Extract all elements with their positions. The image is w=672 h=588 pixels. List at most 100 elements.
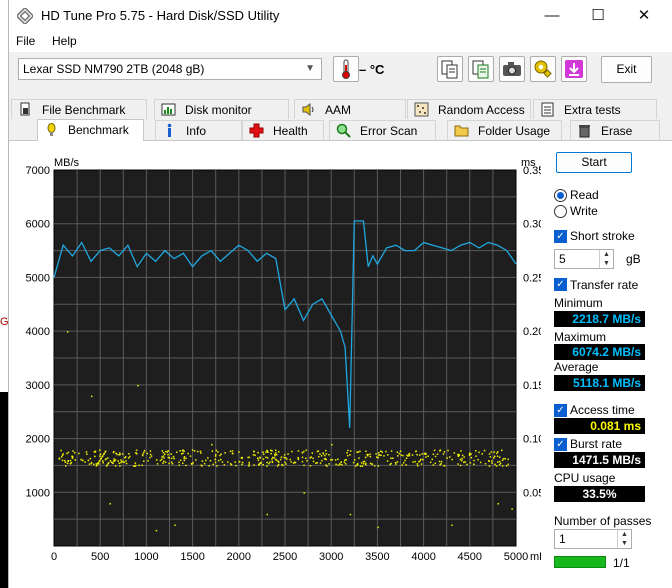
access-time-point — [504, 457, 506, 460]
tab-info[interactable]: Info — [155, 120, 242, 140]
temperature-button[interactable] — [333, 56, 359, 82]
short-stroke-checkbox[interactable]: ✓ — [554, 230, 567, 243]
write-radio[interactable] — [554, 205, 567, 218]
access-time-point — [219, 454, 221, 457]
access-time-point — [493, 457, 495, 459]
access-time-point — [473, 459, 475, 462]
access-time-point — [99, 459, 101, 462]
access-time-point — [381, 451, 383, 453]
maximize-button[interactable]: ☐ — [575, 0, 621, 32]
access-time-point — [478, 451, 480, 454]
access-time-point — [340, 461, 342, 463]
access-time-point — [309, 465, 312, 467]
access-time-point — [93, 463, 95, 466]
tab-disk-monitor[interactable]: Disk monitor — [154, 99, 289, 119]
access-time-point — [260, 462, 262, 465]
access-time-point — [484, 463, 487, 465]
tab-file-benchmark[interactable]: File Benchmark — [11, 99, 147, 119]
access-time-point — [443, 451, 446, 453]
tab-erase[interactable]: Erase — [570, 120, 660, 140]
access-time-point — [380, 450, 382, 452]
tab-extra-tests[interactable]: Extra tests — [533, 99, 657, 119]
access-time-point — [252, 454, 255, 456]
drive-select[interactable]: Lexar SSD NM790 2TB (2048 gB) ▼ — [18, 58, 322, 80]
copy-all-button[interactable] — [468, 56, 494, 82]
spinner-arrows-icon[interactable]: ▲ ▼ — [599, 250, 613, 268]
cpu-usage-value: 33.5% — [554, 486, 645, 502]
app-window: HD Tune Pro 5.75 - Hard Disk/SSD Utility… — [8, 0, 672, 588]
access-time-point — [493, 451, 496, 453]
tab-folder-usage[interactable]: Folder Usage — [447, 120, 562, 140]
access-time-point — [319, 453, 321, 455]
access-time-point — [231, 452, 234, 455]
access-time-point — [287, 453, 289, 455]
access-time-point — [289, 458, 291, 461]
short-stroke-unit: gB — [626, 252, 641, 266]
access-time-point — [266, 513, 269, 516]
access-time-point — [214, 461, 217, 464]
transfer-rate-label: Transfer rate — [570, 278, 639, 292]
exit-button[interactable]: Exit — [601, 56, 652, 83]
access-time-point — [449, 456, 451, 458]
x-tick-label: 3000 — [319, 551, 343, 563]
access-time-point — [257, 451, 259, 454]
minimize-button[interactable]: — — [529, 0, 575, 32]
download-button[interactable] — [561, 56, 587, 82]
screenshot-button[interactable] — [499, 56, 525, 82]
access-time-point — [114, 465, 117, 467]
tab-aam[interactable]: AAM — [294, 99, 406, 119]
access-time-point — [137, 384, 139, 387]
access-time-point — [354, 465, 357, 467]
chevron-down-icon: ▼ — [305, 63, 315, 74]
access-time-point — [67, 451, 70, 454]
x-tick-label: 0 — [51, 551, 57, 563]
access-time-point — [303, 464, 305, 467]
menu-help[interactable]: Help — [52, 34, 77, 48]
access-time-point — [436, 453, 439, 455]
access-time-point — [408, 454, 411, 457]
access-time-point — [284, 457, 287, 459]
burst-rate-checkbox[interactable]: ✓ — [554, 438, 567, 451]
access-time-point — [98, 463, 100, 465]
menu-file[interactable]: File — [16, 34, 35, 48]
access-time-point — [301, 456, 304, 459]
title-bar[interactable]: HD Tune Pro 5.75 - Hard Disk/SSD Utility… — [9, 0, 672, 32]
access-time-point — [149, 456, 151, 459]
access-time-point — [271, 450, 273, 452]
access-time-point — [138, 464, 140, 467]
spinner-arrows-icon[interactable]: ▲ ▼ — [617, 530, 631, 548]
access-time-point — [199, 450, 202, 453]
transfer-rate-checkbox[interactable]: ✓ — [554, 278, 567, 291]
tab-benchmark[interactable]: Benchmark — [37, 119, 144, 141]
access-time-point — [119, 465, 121, 467]
access-time-point — [159, 459, 162, 462]
passes-spinner[interactable]: 1 ▲ ▼ — [554, 529, 632, 549]
options-button[interactable] — [530, 56, 556, 82]
read-radio[interactable] — [554, 189, 567, 202]
access-time-point — [411, 454, 414, 456]
access-time-point — [396, 461, 399, 463]
close-button[interactable]: ✕ — [621, 0, 667, 32]
access-time-point — [339, 463, 341, 465]
tab-random-access[interactable]: Random Access — [407, 99, 531, 119]
tab-error-scan[interactable]: Error Scan — [329, 120, 436, 140]
access-time-point — [167, 450, 169, 452]
start-button[interactable]: Start — [556, 152, 632, 173]
access-time-point — [398, 452, 400, 455]
access-time-point — [215, 449, 218, 452]
access-time-point — [284, 461, 286, 464]
tab-health[interactable]: Health — [242, 120, 324, 140]
short-stroke-spinner[interactable]: 5 ▲ ▼ — [554, 249, 614, 269]
access-time-point — [167, 453, 169, 456]
copy-text-button[interactable] — [437, 56, 463, 82]
access-time-point — [163, 457, 165, 459]
access-time-point — [127, 457, 130, 459]
access-time-checkbox[interactable]: ✓ — [554, 404, 567, 417]
health-cross-icon — [249, 123, 264, 138]
x-tick-label: 4000 — [411, 551, 435, 563]
access-time-point — [224, 452, 226, 454]
access-time-point — [421, 453, 423, 455]
access-time-point — [489, 456, 492, 458]
access-time-point — [419, 454, 421, 456]
access-time-point — [171, 463, 174, 465]
